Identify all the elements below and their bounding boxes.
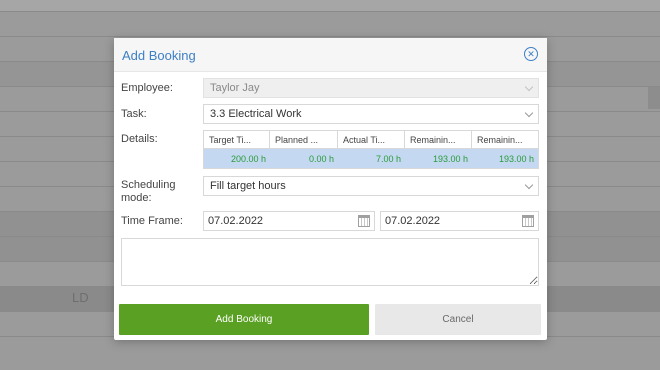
employee-select[interactable]: Taylor Jay xyxy=(203,78,539,98)
add-booking-button[interactable]: Add Booking xyxy=(119,304,369,335)
time-frame-label: Time Frame: xyxy=(121,215,183,227)
scheduling-mode-value: Fill target hours xyxy=(210,180,286,192)
start-date-input[interactable]: 07.02.2022 xyxy=(203,211,375,231)
details-column-header[interactable]: Actual Ti... xyxy=(338,131,405,149)
employee-value: Taylor Jay xyxy=(210,82,260,94)
details-cell: 7.00 h xyxy=(375,154,401,164)
chevron-down-icon xyxy=(524,180,534,190)
background-row xyxy=(0,12,660,37)
calendar-icon[interactable] xyxy=(358,215,370,227)
background-scrollbar[interactable] xyxy=(648,87,660,109)
calendar-icon[interactable] xyxy=(522,215,534,227)
add-booking-dialog: Add Booking ✕ Employee: Taylor Jay Task:… xyxy=(114,38,547,340)
task-value: 3.3 Electrical Work xyxy=(210,108,302,120)
start-date-value: 07.02.2022 xyxy=(208,215,264,227)
background-row-label: LD xyxy=(72,290,89,305)
details-cell: 200.00 h xyxy=(230,154,266,164)
details-data-row[interactable]: 200.00 h 0.00 h 7.00 h 193.00 h 193.00 h xyxy=(204,149,538,168)
task-select[interactable]: 3.3 Electrical Work xyxy=(203,104,539,124)
notes-textarea[interactable] xyxy=(121,238,539,286)
end-date-input[interactable]: 07.02.2022 xyxy=(380,211,539,231)
background-row xyxy=(0,0,660,12)
end-date-value: 07.02.2022 xyxy=(385,215,441,227)
details-column-header[interactable]: Planned ... xyxy=(270,131,338,149)
close-icon[interactable]: ✕ xyxy=(524,47,538,61)
details-cell: 193.00 h xyxy=(432,154,468,164)
dialog-title: Add Booking xyxy=(122,48,196,63)
chevron-down-icon xyxy=(524,82,534,92)
dialog-header: Add Booking ✕ xyxy=(114,38,547,72)
details-label: Details: xyxy=(121,133,158,145)
employee-label: Employee: xyxy=(121,82,173,94)
background-row xyxy=(0,337,660,370)
details-column-header[interactable]: Remainin... xyxy=(472,131,538,149)
details-header-row: Target Ti... Planned ... Actual Ti... Re… xyxy=(204,131,538,149)
details-column-header[interactable]: Target Ti... xyxy=(204,131,270,149)
details-column-header[interactable]: Remainin... xyxy=(405,131,472,149)
details-table: Target Ti... Planned ... Actual Ti... Re… xyxy=(203,130,539,169)
task-label: Task: xyxy=(121,108,147,120)
details-cell: 193.00 h xyxy=(498,154,534,164)
cancel-button[interactable]: Cancel xyxy=(375,304,541,335)
scheduling-mode-select[interactable]: Fill target hours xyxy=(203,176,539,196)
details-cell: 0.00 h xyxy=(308,154,334,164)
chevron-down-icon xyxy=(524,108,534,118)
scheduling-mode-label: Scheduling mode: xyxy=(121,179,176,204)
